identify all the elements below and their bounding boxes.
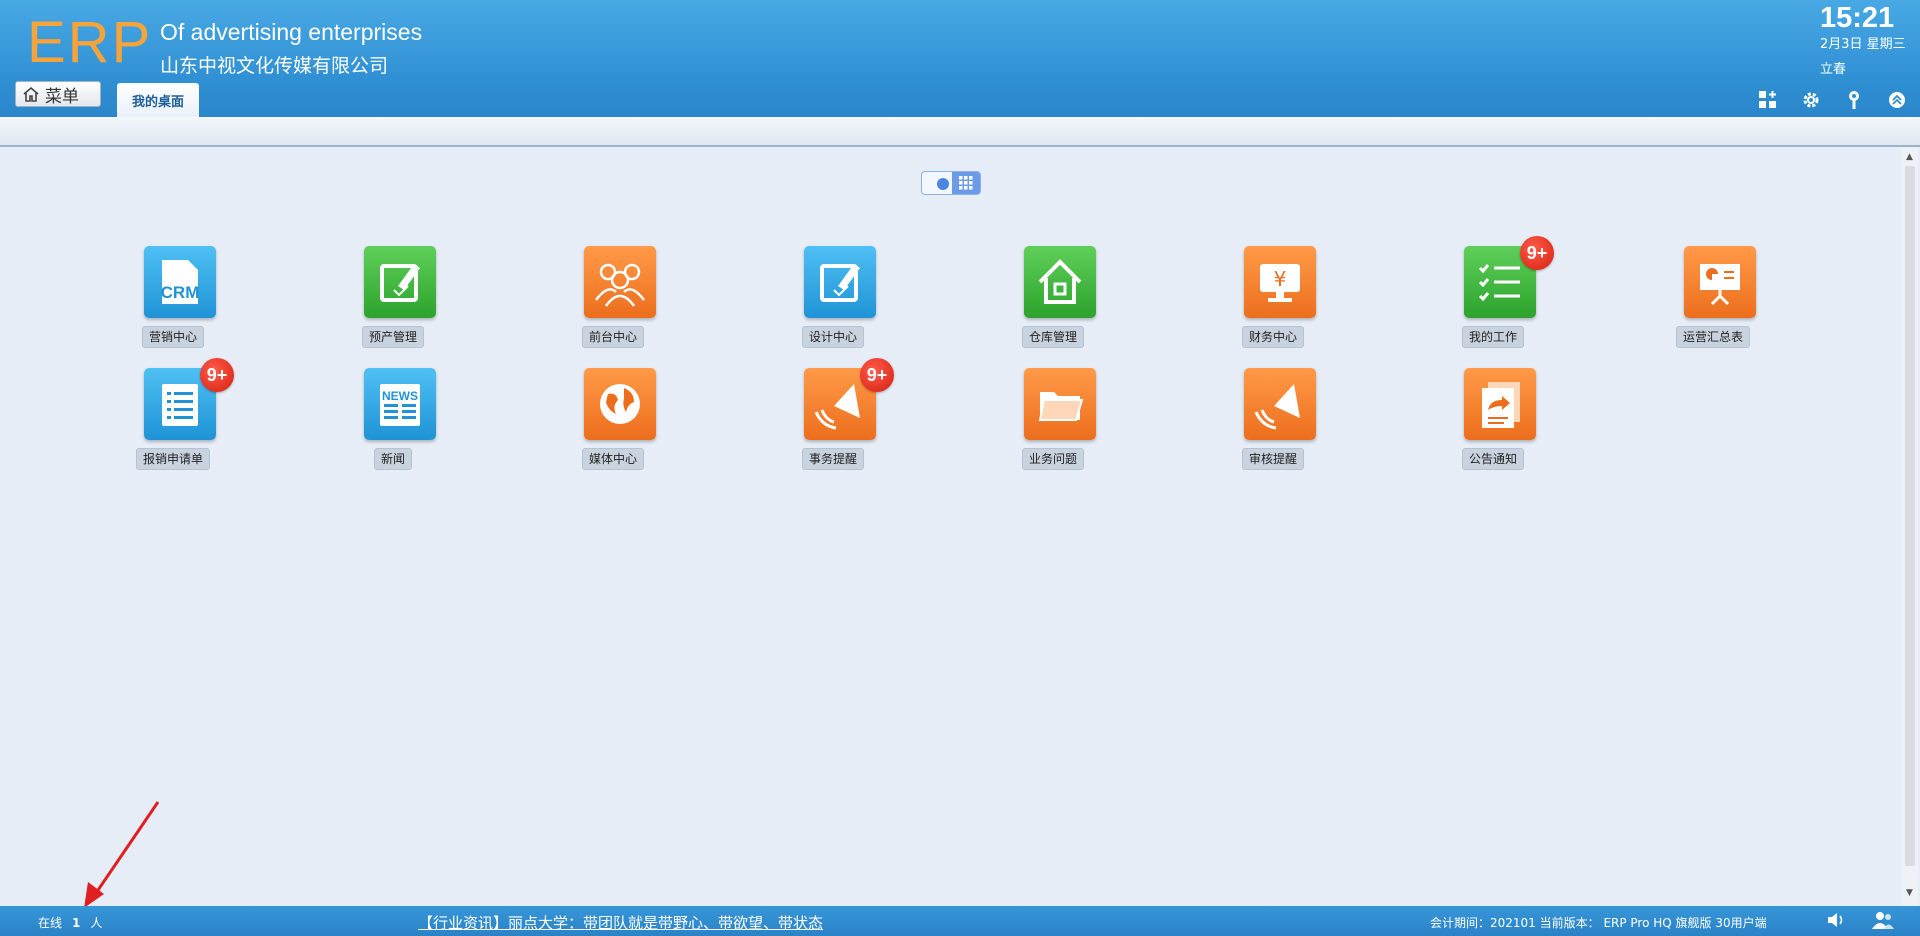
menu-button[interactable]: 菜单: [15, 81, 101, 107]
crm-icon: CRM: [144, 246, 216, 318]
users-icon[interactable]: [1872, 911, 1894, 932]
app-label: 事务提醒: [801, 448, 865, 470]
app-label: 财务中心: [1241, 326, 1305, 348]
online-suffix: 人: [90, 916, 103, 930]
edit-check-icon: [804, 246, 876, 318]
megaphone-icon: [1244, 368, 1316, 440]
online-count: 1: [72, 916, 81, 930]
collapse-icon[interactable]: [1885, 88, 1908, 111]
app-design-center[interactable]: 设计中心: [783, 246, 883, 356]
news-icon: NEWS: [364, 368, 436, 440]
app-label: 媒体中心: [581, 448, 645, 470]
menu-label: 菜单: [45, 86, 79, 107]
app-label: 预产管理: [361, 326, 425, 348]
app-label: 营销中心: [141, 326, 205, 348]
scroll-down-icon[interactable]: ▼: [1906, 888, 1913, 898]
grid-add-icon[interactable]: [1756, 88, 1779, 111]
scroll-thumb[interactable]: [1905, 166, 1915, 866]
app-my-work[interactable]: 9+ 我的工作: [1443, 236, 1554, 356]
view-toggle[interactable]: [921, 171, 981, 195]
circle-view-icon[interactable]: [937, 178, 949, 190]
app-label: 运营汇总表: [1675, 326, 1751, 348]
app-affairs-reminder[interactable]: 9+ 事务提醒: [783, 358, 894, 478]
edit-check-icon: [364, 246, 436, 318]
app-header: ERP Of advertising enterprises 山东中视文化传媒有…: [0, 0, 1920, 117]
app-operations-summary[interactable]: 运营汇总表: [1663, 246, 1763, 356]
scroll-up-icon[interactable]: ▲: [1906, 152, 1913, 162]
svg-text:¥: ¥: [1274, 267, 1287, 291]
yen-monitor-icon: ¥: [1244, 246, 1316, 318]
gear-icon[interactable]: [1799, 88, 1822, 111]
app-label: 新闻: [373, 448, 413, 470]
folder-icon: [1024, 368, 1096, 440]
app-expense-claim[interactable]: 9+ 报销申请单: [123, 358, 234, 478]
svg-text:NEWS: NEWS: [382, 389, 418, 403]
company-name: 山东中视文化传媒有限公司: [160, 55, 389, 77]
subtitle-en: Of advertising enterprises: [160, 19, 423, 45]
online-users: 在线 1 人: [38, 914, 102, 931]
app-finance-center[interactable]: ¥ 财务中心: [1223, 246, 1323, 356]
share-doc-icon: [1464, 368, 1536, 440]
online-prefix: 在线: [38, 916, 63, 930]
app-review-reminder[interactable]: 审核提醒: [1223, 368, 1323, 478]
news-ticker-link[interactable]: 【行业资讯】丽点大学：带团队就是带野心、带欲望、带状态: [418, 912, 823, 933]
vertical-scrollbar[interactable]: ▲ ▼: [1902, 148, 1918, 908]
status-bar: 在线 1 人 【行业资讯】丽点大学：带团队就是带野心、带欲望、带状态 会计期间：20…: [0, 906, 1920, 936]
app-label: 前台中心: [581, 326, 645, 348]
app-media-center[interactable]: 媒体中心: [563, 368, 663, 478]
key-icon[interactable]: [1842, 88, 1865, 111]
app-label: 业务问题: [1021, 448, 1085, 470]
app-warehouse[interactable]: 仓库管理: [1003, 246, 1103, 356]
notification-badge: 9+: [200, 358, 234, 392]
tab-my-desktop[interactable]: 我的桌面: [117, 83, 199, 117]
notification-badge: 9+: [860, 358, 894, 392]
speaker-icon[interactable]: [1826, 911, 1846, 932]
home-icon: [23, 86, 39, 102]
app-marketing-center[interactable]: CRM 营销中心: [123, 246, 223, 356]
clock-time: 15:21: [1820, 2, 1895, 34]
version-info: 会计期间：202101 当前版本： ERP Pro HQ 旗舰版 30用户端: [1430, 916, 1767, 930]
app-preproduction[interactable]: 预产管理: [343, 246, 443, 356]
app-front-desk[interactable]: 前台中心: [563, 246, 663, 356]
presentation-icon: [1684, 246, 1756, 318]
app-business-issues[interactable]: 业务问题: [1003, 368, 1103, 478]
app-news[interactable]: NEWS 新闻: [343, 368, 443, 478]
app-label: 仓库管理: [1021, 326, 1085, 348]
app-label: 设计中心: [801, 326, 865, 348]
app-label: 审核提醒: [1241, 448, 1305, 470]
annotation-arrow-icon: [84, 801, 160, 908]
app-announcements[interactable]: 公告通知: [1443, 368, 1543, 478]
svg-text:CRM: CRM: [161, 283, 200, 302]
app-label: 公告通知: [1461, 448, 1525, 470]
globe-icon: [584, 368, 656, 440]
app-label: 我的工作: [1461, 326, 1525, 348]
erp-logo: ERP: [27, 10, 153, 75]
notification-badge: 9+: [1520, 236, 1554, 270]
toolbar-strip: [0, 117, 1920, 147]
clock-date: 2月3日 星期三: [1820, 37, 1906, 52]
people-icon: [584, 246, 656, 318]
app-label: 报销申请单: [135, 448, 211, 470]
solar-term: 立春: [1820, 62, 1847, 77]
grid-view-icon[interactable]: [952, 172, 980, 194]
house-icon: [1024, 246, 1096, 318]
